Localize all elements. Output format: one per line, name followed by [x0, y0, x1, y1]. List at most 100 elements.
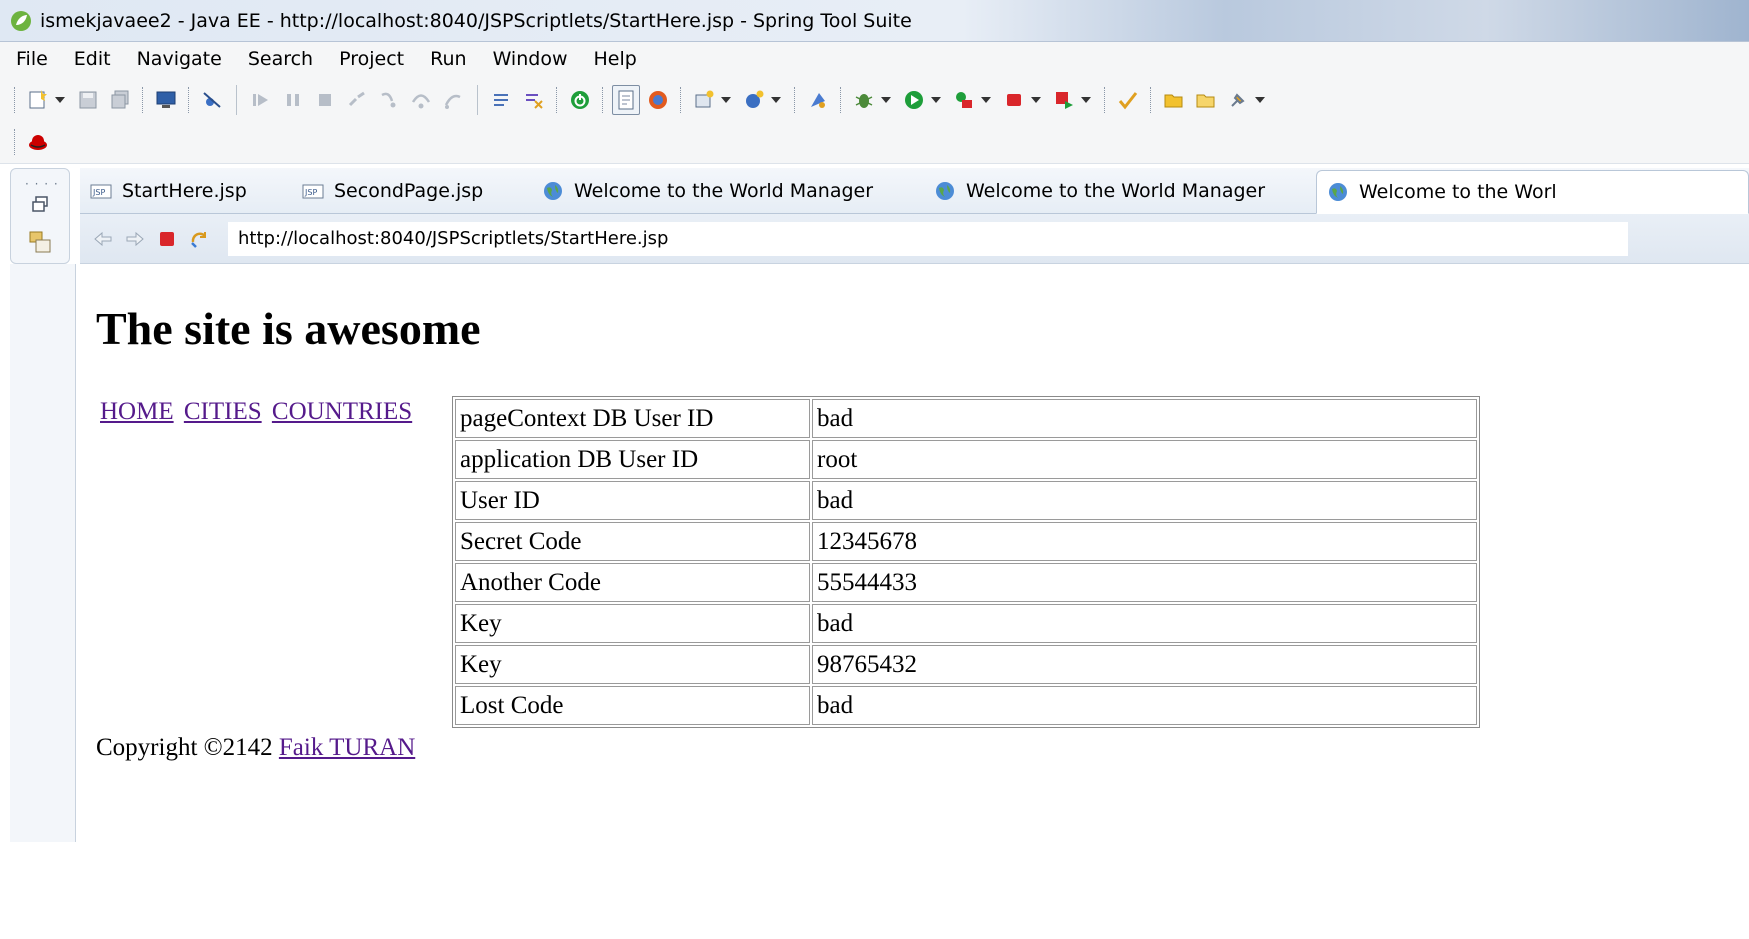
refresh-icon	[191, 231, 206, 248]
menu-navigate[interactable]: Navigate	[137, 48, 222, 70]
class-icon	[746, 90, 764, 108]
open-type-button[interactable]	[804, 85, 832, 115]
stop-button[interactable]	[1000, 85, 1028, 115]
terminate-button[interactable]	[311, 85, 339, 115]
author-link[interactable]: Faik TURAN	[279, 734, 415, 761]
arrow-left-icon	[94, 231, 112, 246]
nav-links: HOME CITIES COUNTRIES	[100, 398, 416, 426]
table-key-cell: Lost Code	[455, 686, 810, 725]
drop-frame-icon	[526, 94, 543, 109]
new-wizard-button[interactable]	[24, 85, 52, 115]
step-return-icon	[444, 94, 461, 109]
toolbar-separator	[236, 85, 237, 115]
menu-project[interactable]: Project	[339, 48, 404, 70]
toolbar-separator	[1104, 87, 1106, 113]
main-toolbar	[0, 76, 1749, 164]
external-tools-button[interactable]	[950, 85, 978, 115]
new-java-class-button[interactable]	[740, 85, 768, 115]
new-server-dropdown[interactable]	[720, 85, 732, 115]
pin-icon	[1231, 93, 1245, 107]
menu-search[interactable]: Search	[248, 48, 313, 70]
document-numbered-icon	[618, 90, 634, 110]
open-folder-alt-button[interactable]	[1192, 85, 1220, 115]
open-type-icon	[811, 93, 825, 108]
spell-check-button[interactable]	[1114, 85, 1142, 115]
package-explorer-icon[interactable]	[27, 229, 53, 255]
cities-link[interactable]: CITIES	[184, 398, 262, 425]
tab-start-here[interactable]: JSP StartHere.jsp	[80, 169, 292, 213]
forward-button[interactable]	[120, 224, 150, 254]
power-icon	[571, 91, 589, 109]
new-server-button[interactable]	[690, 85, 718, 115]
redhat-icon	[29, 135, 47, 150]
step-return-button[interactable]	[439, 85, 467, 115]
drop-to-frame-button[interactable]	[520, 85, 548, 115]
menu-help[interactable]: Help	[593, 48, 636, 70]
table-row: Key 98765432	[455, 645, 1477, 684]
skip-breakpoints-button[interactable]	[198, 85, 226, 115]
debug-dropdown[interactable]	[880, 85, 892, 115]
chevron-down-icon	[931, 97, 941, 103]
back-button[interactable]	[88, 224, 118, 254]
redhat-central-button[interactable]	[24, 127, 52, 157]
countries-link[interactable]: COUNTRIES	[272, 398, 412, 425]
menu-file[interactable]: File	[16, 48, 48, 70]
run-dropdown[interactable]	[930, 85, 942, 115]
menu-window[interactable]: Window	[493, 48, 568, 70]
restore-icon[interactable]	[29, 193, 53, 217]
tab-label: Welcome to the Worl	[1359, 181, 1557, 203]
menu-bar: File Edit Navigate Search Project Run Wi…	[0, 42, 1749, 76]
tab-label: Welcome to the World Manager	[574, 180, 874, 202]
refresh-button[interactable]	[184, 224, 214, 254]
tab-welcome-active[interactable]: Welcome to the Worl	[1316, 170, 1749, 214]
open-browser-button[interactable]	[644, 85, 672, 115]
table-value-cell: bad	[812, 686, 1477, 725]
save-all-button[interactable]	[106, 85, 134, 115]
deploy-button[interactable]	[1050, 85, 1078, 115]
step-into-button[interactable]	[375, 85, 403, 115]
save-button[interactable]	[74, 85, 102, 115]
tab-second-page[interactable]: JSP SecondPage.jsp	[292, 169, 532, 213]
url-input[interactable]	[228, 221, 1628, 256]
deploy-dropdown[interactable]	[1080, 85, 1092, 115]
table-value-cell: bad	[812, 399, 1477, 438]
jsp-file-icon: JSP	[90, 184, 112, 199]
svg-text:JSP: JSP	[304, 188, 317, 197]
toolbar-grip	[14, 129, 16, 155]
table-key-cell: Key	[455, 604, 810, 643]
disconnect-button[interactable]	[343, 85, 371, 115]
chevron-down-icon	[981, 97, 991, 103]
step-filters-icon	[494, 94, 508, 106]
disconnect-icon	[348, 91, 365, 107]
tab-welcome-1[interactable]: Welcome to the World Manager	[532, 169, 924, 213]
resume-button[interactable]	[247, 85, 275, 115]
tab-welcome-2[interactable]: Welcome to the World Manager	[924, 169, 1316, 213]
open-console-button[interactable]	[152, 85, 180, 115]
external-tools-dropdown[interactable]	[980, 85, 992, 115]
table-key-cell: Another Code	[455, 563, 810, 602]
open-folder-button[interactable]	[1160, 85, 1188, 115]
pin-button[interactable]	[1224, 85, 1252, 115]
stop-icon	[160, 231, 174, 246]
table-value-cell: 98765432	[812, 645, 1477, 684]
step-over-button[interactable]	[407, 85, 435, 115]
new-wizard-dropdown[interactable]	[54, 85, 66, 115]
stop-loading-button[interactable]	[152, 224, 182, 254]
table-value-cell: bad	[812, 481, 1477, 520]
run-button[interactable]	[900, 85, 928, 115]
new-class-dropdown[interactable]	[770, 85, 782, 115]
page-footer: Copyright ©2142 Faik TURAN	[96, 734, 415, 762]
menu-edit[interactable]: Edit	[74, 48, 111, 70]
stop-dropdown[interactable]	[1030, 85, 1042, 115]
table-key-cell: application DB User ID	[455, 440, 810, 479]
debug-button[interactable]	[850, 85, 878, 115]
browser-globe-icon	[649, 91, 667, 109]
menu-run[interactable]: Run	[430, 48, 466, 70]
start-server-button[interactable]	[566, 85, 594, 115]
suspend-button[interactable]	[279, 85, 307, 115]
home-link[interactable]: HOME	[100, 398, 174, 425]
toggle-mark-occurrences-button[interactable]	[612, 85, 640, 115]
use-step-filters-button[interactable]	[488, 85, 516, 115]
browser-nav-bar	[80, 214, 1749, 264]
pin-dropdown[interactable]	[1254, 85, 1266, 115]
